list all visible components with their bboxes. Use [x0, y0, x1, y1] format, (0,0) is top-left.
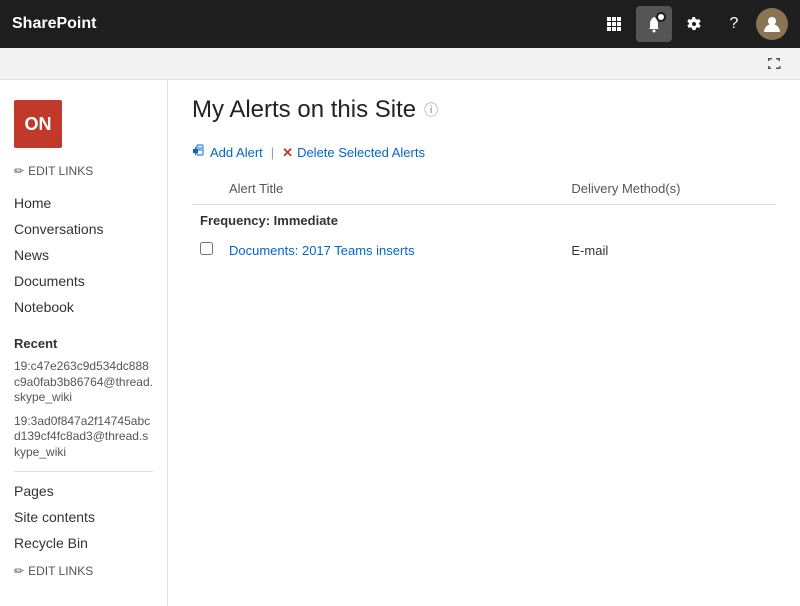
toolbar-separator: |: [271, 145, 274, 160]
sidebar-item-recycle-bin[interactable]: Recycle Bin: [0, 530, 167, 556]
sidebar-item-conversations[interactable]: Conversations: [0, 216, 167, 242]
edit-links-bottom-label: EDIT LINKS: [28, 564, 93, 578]
nav-section-main: Home Conversations News Documents Notebo…: [0, 182, 167, 328]
site-logo: ON: [14, 100, 62, 148]
sidebar-item-news[interactable]: News: [0, 242, 167, 268]
col-alert-title: Alert Title: [221, 177, 563, 205]
sidebar: ON ✏ EDIT LINKS Home Conversations News …: [0, 80, 168, 606]
sidebar-item-notebook-label: Notebook: [14, 299, 74, 315]
alerts-table: Alert Title Delivery Method(s) Frequency…: [192, 177, 776, 264]
sidebar-item-home-label: Home: [14, 195, 51, 211]
page-title-text: My Alerts on this Site: [192, 96, 416, 124]
avatar[interactable]: [756, 8, 788, 40]
sidebar-item-pages-label: Pages: [14, 483, 54, 499]
sharepoint-logo: SharePoint: [12, 15, 96, 33]
edit-links-bottom[interactable]: ✏ EDIT LINKS: [0, 556, 167, 586]
delete-icon: ✕: [282, 145, 293, 161]
table-row: Documents: 2017 Teams inserts E-mail: [192, 236, 776, 264]
recent-item-1[interactable]: 19:c47e263c9d534dc888c9a0fab3b86764@thre…: [0, 355, 167, 410]
topbar-right: ?: [596, 6, 788, 42]
sidebar-item-site-contents[interactable]: Site contents: [0, 504, 167, 530]
settings-icon[interactable]: [676, 6, 712, 42]
sidebar-item-notebook[interactable]: Notebook: [0, 294, 167, 320]
frequency-header: Frequency: Immediate: [192, 205, 776, 237]
alert-title-cell: Documents: 2017 Teams inserts: [221, 236, 563, 264]
topbar: SharePoint ?: [0, 0, 800, 48]
col-checkbox: [192, 177, 221, 205]
sidebar-item-news-label: News: [14, 247, 49, 263]
row-checkbox[interactable]: [200, 242, 213, 255]
page-title: My Alerts on this Site ⓘ: [192, 96, 776, 124]
page-header: My Alerts on this Site ⓘ: [192, 96, 776, 124]
topbar-left: SharePoint: [12, 15, 96, 33]
alerts-toolbar: Add Alert | ✕ Delete Selected Alerts: [192, 144, 776, 161]
site-logo-area: ON: [0, 92, 167, 164]
delivery-method-cell: E-mail: [563, 236, 776, 264]
delete-alerts-button[interactable]: ✕ Delete Selected Alerts: [282, 145, 425, 161]
edit-links-top[interactable]: ✏ EDIT LINKS: [0, 164, 167, 182]
sidebar-item-documents[interactable]: Documents: [0, 268, 167, 294]
sidebar-item-recycle-bin-label: Recycle Bin: [14, 535, 88, 551]
pencil-icon: ✏: [14, 164, 24, 178]
help-icon[interactable]: ?: [716, 6, 752, 42]
col-delivery: Delivery Method(s): [563, 177, 776, 205]
sidebar-item-home[interactable]: Home: [0, 190, 167, 216]
alert-title-link[interactable]: Documents: 2017 Teams inserts: [229, 243, 414, 258]
add-alert-button[interactable]: Add Alert: [192, 144, 263, 161]
main-content: My Alerts on this Site ⓘ Add Alert |: [168, 80, 800, 606]
edit-links-top-label: EDIT LINKS: [28, 164, 93, 178]
sidebar-item-pages[interactable]: Pages: [0, 478, 167, 504]
recent-section-label: Recent: [0, 328, 167, 355]
sidebar-item-site-contents-label: Site contents: [14, 509, 95, 525]
info-icon[interactable]: ⓘ: [424, 100, 438, 120]
delete-alerts-label: Delete Selected Alerts: [297, 145, 425, 160]
add-alert-label: Add Alert: [210, 145, 263, 160]
pencil-icon-bottom: ✏: [14, 564, 24, 578]
expand-icon[interactable]: [760, 50, 788, 78]
row-checkbox-cell[interactable]: [192, 236, 221, 264]
subbar: [0, 48, 800, 80]
sidebar-item-documents-label: Documents: [14, 273, 85, 289]
add-alert-icon: [192, 144, 206, 161]
recent-item-2[interactable]: 19:3ad0f847a2f14745abcd139cf4fc8ad3@thre…: [0, 410, 167, 465]
nav-divider: [14, 471, 153, 472]
help-label: ?: [730, 15, 739, 33]
sidebar-item-conversations-label: Conversations: [14, 221, 104, 237]
notification-bell-icon[interactable]: [636, 6, 672, 42]
main-layout: ON ✏ EDIT LINKS Home Conversations News …: [0, 80, 800, 606]
grid-icon[interactable]: [596, 6, 632, 42]
